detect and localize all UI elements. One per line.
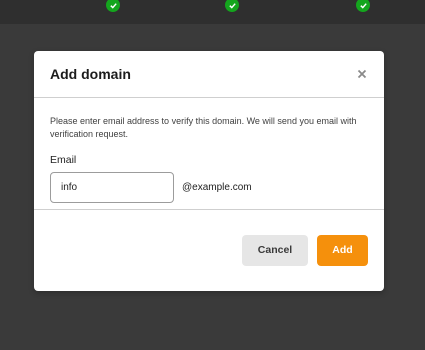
dialog-header: Add domain [34, 51, 384, 98]
background-step-bar [0, 0, 425, 24]
email-input[interactable] [50, 172, 174, 203]
add-domain-dialog: Add domain Please enter email address to… [34, 51, 384, 291]
email-label: Email [50, 154, 77, 166]
email-row: @example.com [50, 172, 368, 203]
domain-suffix: @example.com [182, 182, 252, 193]
step-3-check-icon [356, 0, 370, 12]
dialog-footer: Cancel Add [34, 210, 384, 290]
step-1-check-icon [106, 0, 120, 12]
dialog-body: Please enter email address to verify thi… [34, 98, 384, 210]
dialog-title: Add domain [50, 66, 131, 82]
dialog-description: Please enter email address to verify thi… [50, 116, 357, 139]
add-button[interactable]: Add [317, 234, 368, 266]
cancel-button[interactable]: Cancel [242, 234, 308, 266]
close-icon[interactable] [356, 68, 368, 80]
step-2-check-icon [225, 0, 239, 12]
